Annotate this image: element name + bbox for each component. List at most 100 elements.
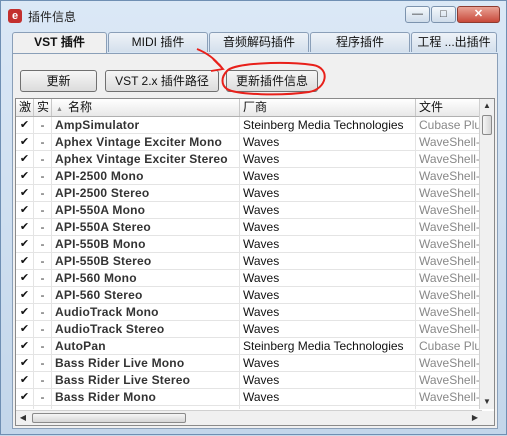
tab-vst-plugins[interactable]: VST 插件 (12, 32, 107, 54)
checkmark-icon[interactable]: ✔ (16, 134, 34, 150)
header-active[interactable]: 激 (16, 99, 34, 116)
maximize-button[interactable]: □ (431, 6, 456, 23)
table-row[interactable]: ✔ - Aphex Vintage Exciter Mono Waves WaveShe… (16, 134, 482, 151)
header-instance[interactable]: 实 (34, 99, 52, 116)
vertical-scroll-thumb[interactable] (482, 115, 492, 135)
plugin-name: AutoPan (52, 338, 240, 354)
table-row[interactable]: ✔-AudioTrack StereoWavesWaveShell-VST (16, 321, 482, 338)
plugin-name: AudioTrack Stereo (52, 321, 240, 337)
plugin-vendor: Waves (240, 202, 416, 218)
instance-cell: - (34, 202, 52, 218)
table-row[interactable]: ✔-API-2500 MonoWavesWaveShell-VST (16, 168, 482, 185)
tab-project-export-plugins[interactable]: 工程 ...出插件 (411, 32, 497, 52)
checkmark-icon[interactable]: ✔ (16, 270, 34, 286)
plugin-vendor: Waves (240, 236, 416, 252)
plugin-vendor: Waves (240, 151, 416, 167)
plugin-name: Bass Rider Mono (52, 389, 240, 405)
plugin-vendor: Waves (240, 355, 416, 371)
scroll-corner (480, 411, 494, 425)
plugin-name: Bass Rider Stereo (52, 406, 240, 409)
plugin-name: API-550B Stereo (52, 253, 240, 269)
plugin-file: WaveShell-VST (416, 355, 482, 371)
vertical-scrollbar[interactable]: ▲ ▼ (479, 99, 494, 409)
plugin-name: API-2500 Stereo (52, 185, 240, 201)
checkmark-icon[interactable]: ✔ (16, 372, 34, 388)
plugin-vendor: Steinberg Media Technologies (240, 117, 416, 133)
checkmark-icon[interactable]: ✔ (16, 236, 34, 252)
plugin-file: WaveShell-VST (416, 304, 482, 320)
checkmark-icon[interactable]: ✔ (16, 338, 34, 354)
instance-cell: - (34, 270, 52, 286)
minimize-button[interactable]: — (405, 6, 430, 23)
plugin-name: API-550A Mono (52, 202, 240, 218)
table-header: 激 实 ▲ 名称 厂商 文件 (16, 99, 482, 117)
checkmark-icon[interactable]: ✔ (16, 202, 34, 218)
header-file[interactable]: 文件 (416, 99, 482, 116)
checkmark-icon[interactable]: ✔ (16, 321, 34, 337)
checkmark-icon[interactable]: ✔ (16, 287, 34, 303)
title-bar[interactable]: e 插件信息 — □ ✕ (1, 1, 506, 29)
scroll-up-icon[interactable]: ▲ (480, 99, 494, 113)
plugin-name: API-550B Mono (52, 236, 240, 252)
plugin-info-window: e 插件信息 — □ ✕ VST 插件 MIDI 插件 音频解码插件 程序插件 … (0, 0, 507, 435)
scroll-left-icon[interactable]: ◀ (16, 411, 30, 425)
plugin-file: WaveShell-VST (416, 253, 482, 269)
scroll-down-icon[interactable]: ▼ (480, 395, 494, 409)
table-row[interactable]: ✔-API-560 MonoWavesWaveShell-VST (16, 270, 482, 287)
vst-plugin-path-button[interactable]: VST 2.x 插件路径 (105, 70, 219, 92)
instance-cell: - (34, 406, 52, 409)
horizontal-scrollbar[interactable]: ◀ ▶ (16, 410, 482, 425)
checkmark-icon[interactable]: ✔ (16, 219, 34, 235)
tab-program-plugins[interactable]: 程序插件 (310, 32, 410, 52)
table-row[interactable]: ✔-API-550B StereoWavesWaveShell-VST (16, 253, 482, 270)
plugin-vendor: Waves (240, 287, 416, 303)
header-name[interactable]: ▲ 名称 (52, 99, 240, 116)
plugin-file: Cubase Plug-ins (416, 338, 482, 354)
table-body: ✔ - AmpSimulator Steinberg Media Technologi… (16, 117, 482, 409)
horizontal-scroll-thumb[interactable] (32, 413, 186, 423)
checkmark-icon[interactable]: ✔ (16, 151, 34, 167)
plugin-vendor: Waves (240, 219, 416, 235)
plugin-vendor: Waves (240, 304, 416, 320)
close-button[interactable]: ✕ (457, 6, 500, 23)
plugin-vendor: Waves (240, 253, 416, 269)
checkmark-icon[interactable]: ✔ (16, 117, 34, 133)
table-row[interactable]: ✔-Bass Rider MonoWavesWaveShell-VST (16, 389, 482, 406)
checkmark-icon[interactable]: ✔ (16, 389, 34, 405)
plugin-file: WaveShell-VST (416, 389, 482, 405)
table-row[interactable]: ✔-API-550A MonoWavesWaveShell-VST (16, 202, 482, 219)
tab-midi-plugins[interactable]: MIDI 插件 (108, 32, 208, 52)
plugin-vendor: Waves (240, 270, 416, 286)
table-row[interactable]: ✔ - Aphex Vintage Exciter Stereo Waves WaveS… (16, 151, 482, 168)
checkmark-icon[interactable]: ✔ (16, 355, 34, 371)
table-row[interactable]: ✔ - AmpSimulator Steinberg Media Technologi… (16, 117, 482, 134)
checkmark-icon[interactable]: ✔ (16, 168, 34, 184)
checkmark-icon[interactable]: ✔ (16, 185, 34, 201)
table-row[interactable]: ✔-API-550A StereoWavesWaveShell-VST (16, 219, 482, 236)
refresh-button[interactable]: 更新 (20, 70, 97, 92)
tab-audio-codec-plugins[interactable]: 音频解码插件 (209, 32, 309, 52)
plugin-name: API-560 Mono (52, 270, 240, 286)
table-row[interactable]: ✔-Bass Rider StereoWavesWaveShell-VST (16, 406, 482, 409)
table-row[interactable]: ✔-API-550B MonoWavesWaveShell-VST (16, 236, 482, 253)
plugin-vendor: Waves (240, 389, 416, 405)
table-row[interactable]: ✔-Bass Rider Live StereoWavesWaveShell-V… (16, 372, 482, 389)
table-row[interactable]: ✔-AudioTrack MonoWavesWaveShell-VST (16, 304, 482, 321)
header-vendor[interactable]: 厂商 (240, 99, 416, 116)
plugin-name: API-2500 Mono (52, 168, 240, 184)
instance-cell: - (34, 168, 52, 184)
plugin-file: WaveShell-VST (416, 321, 482, 337)
checkmark-icon[interactable]: ✔ (16, 406, 34, 409)
table-row[interactable]: ✔-API-2500 StereoWavesWaveShell-VST (16, 185, 482, 202)
plugin-file: WaveShell-VST (416, 168, 482, 184)
checkmark-icon[interactable]: ✔ (16, 253, 34, 269)
update-plugin-info-button[interactable]: 更新插件信息 (226, 70, 318, 92)
checkmark-icon[interactable]: ✔ (16, 304, 34, 320)
table-row[interactable]: ✔ - AutoPan Steinberg Media Technologies Cub… (16, 338, 482, 355)
instance-cell: - (34, 355, 52, 371)
plugin-table: 激 实 ▲ 名称 厂商 文件 ✔ - AmpSimulator Steinberg Me… (15, 98, 495, 426)
table-row[interactable]: ✔-Bass Rider Live MonoWavesWaveShell-VST (16, 355, 482, 372)
table-row[interactable]: ✔-API-560 StereoWavesWaveShell-VST (16, 287, 482, 304)
plugin-name: API-560 Stereo (52, 287, 240, 303)
instance-cell: - (34, 134, 52, 150)
